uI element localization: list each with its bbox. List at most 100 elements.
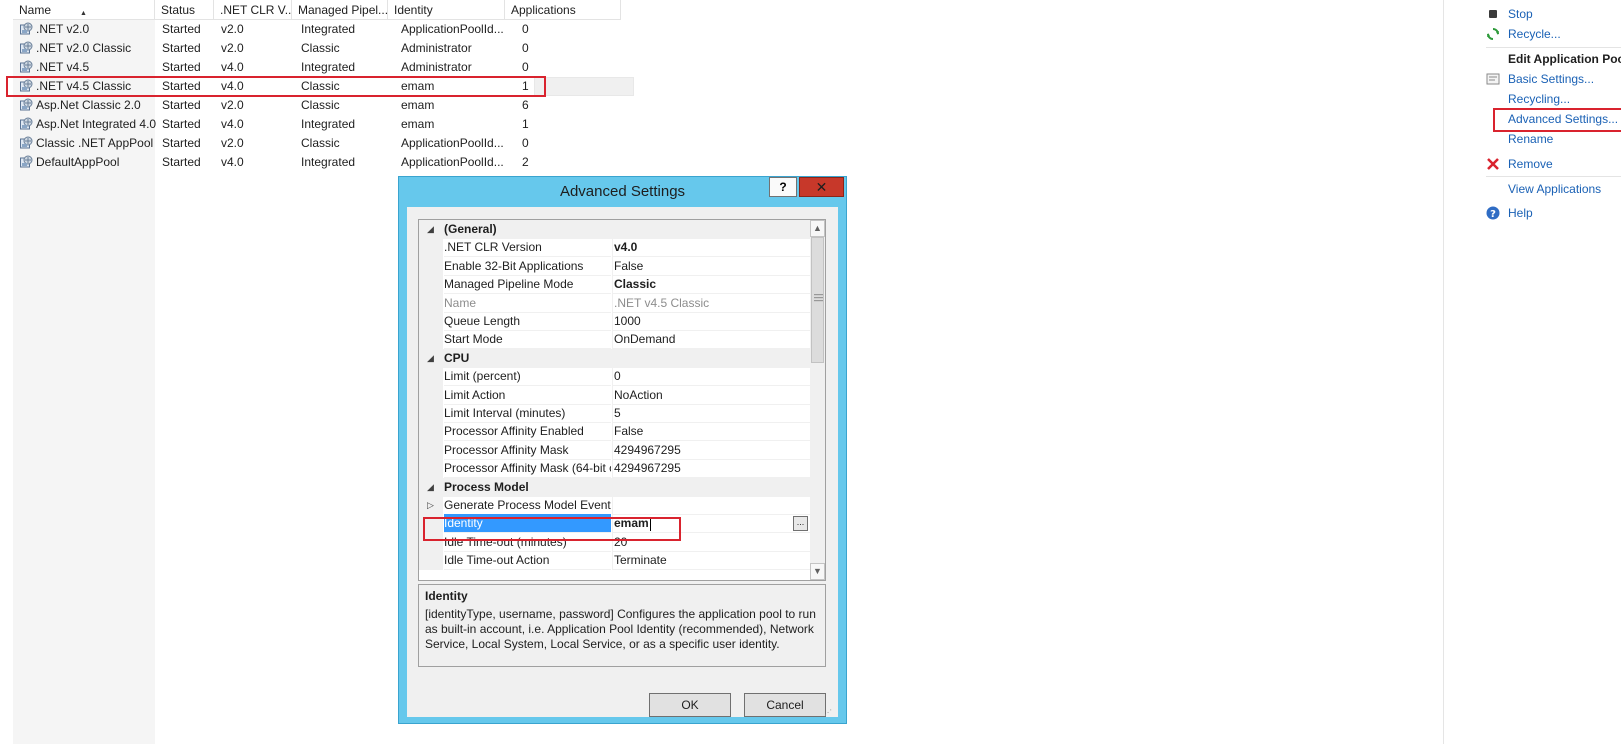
scrollbar-thumb[interactable]: — — — xyxy=(811,237,824,363)
pool-row[interactable]: .NET v2.0 Classic Started v2.0 Classic Admin… xyxy=(13,39,621,58)
scroll-down-icon[interactable]: ▼ xyxy=(810,563,825,580)
stop-action[interactable]: Stop xyxy=(1478,4,1621,24)
pool-row[interactable]: Asp.Net Integrated 4.0 Started v4.0 Integra… xyxy=(13,115,621,134)
edit-application-pool-heading: Edit Application Pool xyxy=(1508,52,1621,66)
recycling-action[interactable]: Recycling... xyxy=(1478,89,1621,109)
pool-applications-count: 0 xyxy=(522,136,529,150)
property-row[interactable]: Managed Pipeline Mode Classic xyxy=(419,275,811,295)
sort-ascending-icon: ▲ xyxy=(80,10,87,17)
property-value[interactable]: 5 xyxy=(612,404,811,423)
property-value[interactable]: Classic xyxy=(612,275,811,295)
help-action[interactable]: ? Help xyxy=(1478,203,1621,223)
pool-clr-version: v2.0 xyxy=(221,98,244,112)
pool-name: Classic .NET AppPool xyxy=(36,136,154,150)
pool-pipeline-mode: Integrated xyxy=(301,155,356,169)
scroll-up-icon[interactable]: ▲ xyxy=(810,220,825,237)
dialog-titlebar[interactable]: Advanced Settings ? ✕ xyxy=(399,177,846,207)
property-value[interactable]: NoAction xyxy=(612,385,811,405)
pool-row[interactable]: .NET v4.5 Classic Started v4.0 Classic emam 1 xyxy=(6,76,634,97)
pool-row[interactable]: Asp.Net Classic 2.0 Started v2.0 Classic ema… xyxy=(13,96,621,115)
property-row[interactable]: Enable 32-Bit Applications False xyxy=(419,256,811,276)
view-applications-action[interactable]: View Applications xyxy=(1478,179,1621,199)
stop-icon xyxy=(1489,10,1497,18)
property-row[interactable]: Processor Affinity Mask (64-bit c 4294967… xyxy=(419,459,811,479)
pool-applications-count: 6 xyxy=(522,98,529,112)
property-row[interactable]: Idle Time-out Action Terminate xyxy=(419,551,811,571)
property-value[interactable] xyxy=(612,496,811,515)
property-row[interactable]: Limit (percent) 0 xyxy=(419,367,811,387)
collapse-toggle-icon[interactable]: ◢ xyxy=(427,220,434,239)
application-pool-icon xyxy=(19,136,33,150)
pool-row[interactable]: Classic .NET AppPool Started v2.0 Classic Ap… xyxy=(13,134,621,153)
property-row[interactable]: Queue Length 1000 xyxy=(419,312,811,331)
collapse-toggle-icon[interactable]: ◢ xyxy=(427,478,434,497)
column-header-status[interactable]: Status xyxy=(155,0,214,20)
property-value[interactable]: OnDemand xyxy=(612,330,811,350)
dialog-help-button[interactable]: ? xyxy=(769,177,797,197)
category-process-model[interactable]: ◢ Process Model xyxy=(419,477,811,497)
property-value[interactable]: 0 xyxy=(612,367,811,387)
column-header-applications[interactable]: Applications xyxy=(505,0,621,20)
property-value[interactable]: 1000 xyxy=(612,312,811,331)
pool-applications-count: 0 xyxy=(522,41,529,55)
help-icon: ? xyxy=(1486,206,1500,220)
pool-row[interactable]: .NET v4.5 Started v4.0 Integrated Administra… xyxy=(13,58,621,77)
pool-status: Started xyxy=(162,79,201,93)
property-value[interactable]: 4294967295 xyxy=(612,440,811,460)
property-value[interactable]: v4.0 xyxy=(612,238,811,258)
pool-name: Asp.Net Integrated 4.0 xyxy=(36,117,157,131)
pool-pipeline-mode: Integrated xyxy=(301,60,356,74)
help-label: Help xyxy=(1508,206,1533,220)
property-value[interactable]: 4294967295 xyxy=(612,459,811,479)
property-row[interactable]: Processor Affinity Enabled False xyxy=(419,422,811,442)
property-row[interactable]: Name .NET v4.5 Classic xyxy=(419,293,811,313)
row-gutter xyxy=(419,459,443,479)
property-description-panel: Identity [identityType, username, passwo… xyxy=(418,584,826,667)
recycling-label: Recycling... xyxy=(1508,92,1571,106)
category-label: Process Model xyxy=(444,479,529,494)
ellipsis-button[interactable]: ... xyxy=(793,516,808,532)
pool-pipeline-mode: Classic xyxy=(301,79,340,93)
dialog-close-button[interactable]: ✕ xyxy=(799,177,844,197)
property-row[interactable]: Processor Affinity Mask 4294967295 xyxy=(419,440,811,460)
property-value[interactable]: Terminate xyxy=(612,551,811,571)
category-cpu[interactable]: ◢ CPU xyxy=(419,348,811,368)
cancel-button[interactable]: Cancel xyxy=(744,693,826,717)
rename-action[interactable]: Rename xyxy=(1478,129,1621,149)
recycle-action[interactable]: Recycle... xyxy=(1478,24,1621,44)
remove-action[interactable]: Remove xyxy=(1478,154,1621,174)
pool-identity: emam xyxy=(401,117,435,131)
pool-status: Started xyxy=(162,41,201,55)
column-header-clr-version[interactable]: .NET CLR V... xyxy=(214,0,292,20)
pool-applications-count: 0 xyxy=(522,22,529,36)
svg-text:?: ? xyxy=(1490,209,1496,220)
category-general[interactable]: ◢ (General) xyxy=(419,220,811,239)
column-header-identity[interactable]: Identity xyxy=(388,0,505,20)
property-row[interactable]: Limit Interval (minutes) 5 xyxy=(419,404,811,423)
collapse-toggle-icon[interactable]: ◢ xyxy=(427,349,434,368)
basic-settings-action[interactable]: Basic Settings... xyxy=(1478,69,1621,89)
row-gutter xyxy=(419,385,443,405)
ok-button[interactable]: OK xyxy=(649,693,731,717)
column-header-name[interactable]: Name ▲ xyxy=(13,0,155,20)
property-value[interactable]: False xyxy=(612,256,811,276)
property-row[interactable]: Limit Action NoAction xyxy=(419,385,811,405)
pool-identity: emam xyxy=(401,79,435,93)
pool-row[interactable]: DefaultAppPool Started v4.0 Integrated Appli… xyxy=(13,153,621,172)
remove-label: Remove xyxy=(1508,157,1553,171)
pool-row[interactable]: .NET v2.0 Started v2.0 Integrated Applicatio… xyxy=(13,20,621,39)
column-header-pipeline[interactable]: Managed Pipel... xyxy=(292,0,388,20)
grip-icon: — — — xyxy=(814,289,823,305)
property-name: .NET CLR Version xyxy=(444,238,611,258)
expand-toggle-icon[interactable]: ▷ xyxy=(427,496,434,515)
property-row[interactable]: Start Mode OnDemand xyxy=(419,330,811,350)
row-gutter xyxy=(419,238,443,258)
property-grid-scrollbar[interactable]: ▲ — — — ▼ xyxy=(810,220,825,580)
pool-clr-version: v2.0 xyxy=(221,22,244,36)
property-row[interactable]: .NET CLR Version v4.0 xyxy=(419,238,811,258)
resize-grip-icon[interactable]: ⋰ xyxy=(824,709,834,721)
pool-pipeline-mode: Classic xyxy=(301,98,340,112)
property-row[interactable]: ▷ Generate Process Model Event L xyxy=(419,496,811,515)
settings-page-icon xyxy=(1486,73,1500,85)
property-value[interactable]: False xyxy=(612,422,811,442)
